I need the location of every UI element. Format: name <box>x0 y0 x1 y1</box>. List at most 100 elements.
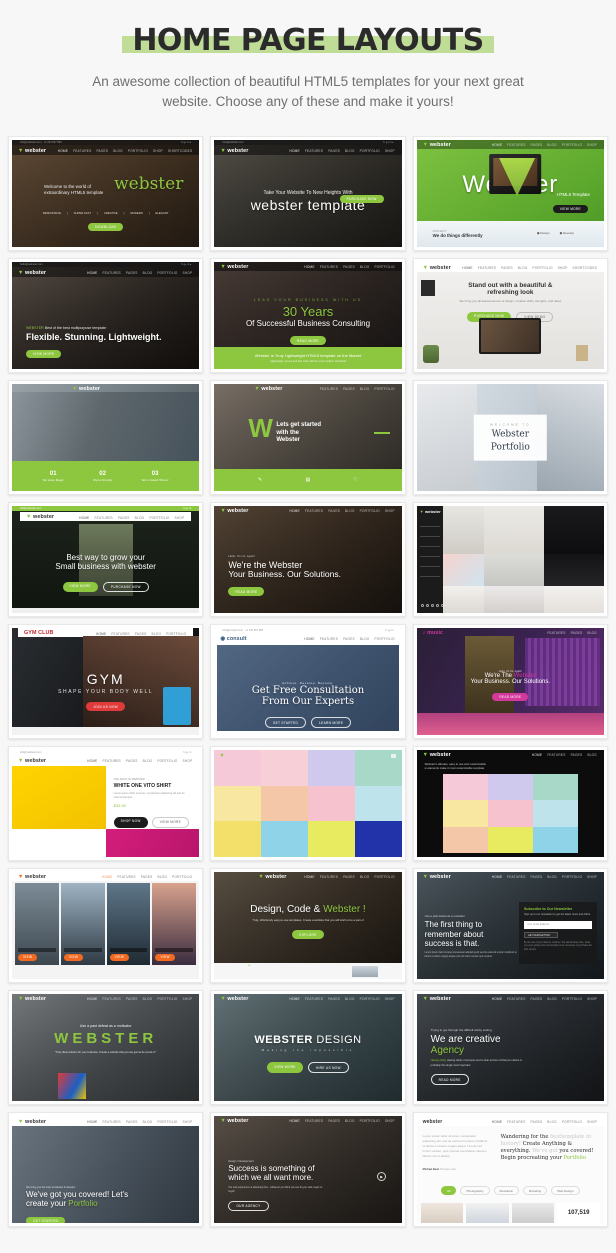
column-item[interactable]: VIEW <box>15 883 59 965</box>
hero-tabs[interactable]: RESPONSIVE | SUPER FAST | CREATIVE | MODERN | EL… <box>22 211 189 215</box>
template-thumbnail-home-11[interactable]: ▼ webster HOME FEATURES PAGES BLOG PORTFOLIO… <box>210 502 406 617</box>
nav-links[interactable]: HOME FEATURES PAGES BLOG PORTFOLIO <box>304 265 394 269</box>
template-thumbnail-home-02[interactable]: info@webster.com f t g+ in ▸ ▼ webster HO… <box>210 136 406 251</box>
template-thumbnail-home-03[interactable]: ▼ webster HOME FEATURES PAGES BLOG PORTFOLIO… <box>412 136 608 251</box>
newsletter-submit-button[interactable]: GET NEWSLETTER <box>523 931 558 938</box>
logo[interactable]: ▼ webster <box>26 514 54 520</box>
logo[interactable]: ◉ consult <box>220 636 246 642</box>
nav-bar[interactable]: ▼ webster HOME FEATURES PAGES BLOG PORTFOLIO… <box>214 506 401 515</box>
hero-button[interactable]: VIEW WORK <box>267 1062 303 1073</box>
nav-bar[interactable]: ▼ webster HOME FEATURES PAGES BLOG PORTFOLIO… <box>12 755 200 765</box>
portfolio-item[interactable] <box>484 586 545 613</box>
hero-button[interactable]: OUR AGENCY <box>228 1200 269 1212</box>
template-thumbnail-home-09[interactable]: WELCOME TO Webster Portfolio <box>412 380 608 495</box>
hero-button-2[interactable]: LEARN MORE <box>311 717 352 728</box>
template-thumbnail-home-16[interactable]: info@webster.com f t g+ in ▼ webster HOME… <box>8 746 204 861</box>
nav-links[interactable]: HOME FEATURES PAGES BLOG PORTFOLIO SHOP <box>289 1119 394 1123</box>
nav-bar[interactable]: ▼ webster HOME FEATURES PAGES BLOG PORTFOLIO <box>214 262 402 271</box>
hero-button-2[interactable]: HIRE US NOW <box>307 1062 349 1073</box>
nav-bar[interactable]: ▼ webster HOME FEATURES PAGES BLOG PORTFOLIO <box>214 872 401 881</box>
grid-cell[interactable] <box>354 821 402 857</box>
column-item[interactable]: VIEW <box>106 883 151 965</box>
template-thumbnail-home-04[interactable]: hello@webster.com f t g+ in ▸ ▼ webster H… <box>8 258 204 373</box>
logo[interactable]: ▼ webster <box>220 996 248 1002</box>
portfolio-item[interactable] <box>466 1203 509 1223</box>
logo[interactable]: ▼ webster <box>220 264 248 270</box>
nav-bar[interactable]: ▼ webster HOME FEATURES PAGES BLOG PORTFOLIO… <box>20 512 192 521</box>
nav-bar[interactable]: ▼ webster HOME FEATURES PAGES BLOG PORTFOLIO… <box>417 994 604 1003</box>
play-icon[interactable] <box>376 1172 386 1181</box>
portfolio-item[interactable] <box>544 506 604 555</box>
grid-cell[interactable] <box>442 826 488 853</box>
hero-button[interactable]: DOWNLOAD <box>88 222 124 231</box>
portfolio-item[interactable] <box>544 554 604 587</box>
nav-bar[interactable]: ▼ webster HOME FEATURES PAGES BLOG PORTFOLIO… <box>214 994 401 1003</box>
logo[interactable]: ▼ webster <box>254 386 282 392</box>
nav-bar[interactable]: ▼ webster HOME FEATURES PAGES BLOG <box>417 750 604 758</box>
arrow-next-icon[interactable] <box>373 432 390 434</box>
nav-links[interactable]: HOME FEATURES PAGES BLOG PORTFOLIO SHOP <box>289 997 394 1001</box>
logo[interactable]: ▼ <box>219 753 224 759</box>
portfolio-item[interactable] <box>544 586 604 613</box>
logo[interactable]: ♪ music <box>423 630 444 636</box>
nav-links[interactable]: HOME FEATURES PAGES BLOG PORTFOLIO SHOP <box>289 509 394 513</box>
newsletter-email-input[interactable]: Your email address <box>523 920 592 929</box>
logo[interactable]: ▼ webster <box>18 270 46 276</box>
template-thumbnail-home-27[interactable]: webster HOME FEATURES PAGES BLOG PORTFOLIO SH… <box>412 1112 608 1227</box>
template-thumbnail-home-26[interactable]: ▼ webster HOME FEATURES PAGES BLOG PORTFOLIO… <box>210 1112 406 1227</box>
grid-cell[interactable] <box>214 785 262 822</box>
grid-cell[interactable] <box>487 800 533 827</box>
template-thumbnail-home-17[interactable]: ▼ <box>210 746 406 861</box>
logo[interactable]: ▼ webster <box>423 874 451 880</box>
logo[interactable]: ▼ webster <box>72 386 100 392</box>
portfolio-item[interactable] <box>442 554 485 587</box>
grid-cell[interactable] <box>307 750 355 786</box>
grid-cell[interactable] <box>307 821 355 857</box>
nav-links[interactable]: HOME FEATURES PAGES BLOG <box>532 753 597 757</box>
hero-button[interactable]: READ MORE <box>492 692 529 702</box>
logo[interactable]: ▼ webster <box>220 1118 248 1124</box>
grid-cell[interactable] <box>261 750 308 786</box>
template-thumbnail-home-06[interactable]: ▼ webster HOME FEATURES PAGES BLOG PORTFOLIO… <box>412 258 608 373</box>
nav-bar[interactable]: ▼ webster HOME FEATURES PAGES BLOG PORTFOLIO… <box>12 994 199 1003</box>
logo[interactable]: ▼ webster <box>258 874 286 880</box>
template-thumbnail-home-07[interactable]: ▼ webster 01 We Have Magic 02 We're Frie… <box>8 380 204 495</box>
template-thumbnail-home-19[interactable]: ▼ webster HOME FEATURES PAGES BLOG PORTFOLIO… <box>8 868 204 983</box>
sidebar[interactable]: ▼ webster <box>416 506 444 613</box>
column-item[interactable]: VIEW <box>60 883 105 965</box>
grid-cell[interactable] <box>487 826 533 853</box>
template-thumbnail-home-14[interactable]: info@consult.com +1 234 567 890 f t g+ in… <box>210 624 406 739</box>
portfolio-item[interactable] <box>442 586 485 613</box>
logo[interactable]: ▼ webster <box>423 996 451 1002</box>
grid-cell[interactable] <box>532 800 578 827</box>
template-thumbnail-home-25[interactable]: ▼ webster HOME FEATURES PAGES BLOG PORTFOLIO… <box>8 1112 204 1227</box>
nav-links[interactable]: HOME FEATURES PAGES BLOG PORTFOLIO SHOP <box>87 759 192 763</box>
template-thumbnail-home-20[interactable]: ▼ webster HOME FEATURES PAGES BLOG PORTFOLIO… <box>210 868 406 983</box>
portfolio-item[interactable] <box>511 1203 555 1223</box>
template-thumbnail-home-23[interactable]: ▼ webster HOME FEATURES PAGES BLOG PORTFOLIO… <box>210 990 406 1105</box>
logo[interactable]: ▼ webster <box>423 752 451 758</box>
nav-links[interactable]: HOME FEATURES PAGES BLOG PORTFOLIO SHOP <box>492 1120 597 1124</box>
hero-button[interactable]: GET STARTED <box>264 717 307 728</box>
nav-bar[interactable]: ▼ webster HOME FEATURES PAGES BLOG PORTFOLIO… <box>12 267 200 277</box>
nav-links[interactable]: FEATURES PAGES BLOG PORTFOLIO <box>320 387 395 391</box>
newsletter-panel[interactable]: Subscribe to Our Newsletter Sign up to o… <box>518 902 597 964</box>
nav-links[interactable]: HOME FEATURES PAGES BLOG PORTFOLIO <box>304 637 394 641</box>
hero-button[interactable]: VIEW MORE <box>26 349 62 359</box>
nav-bar[interactable]: ▼ webster <box>12 384 199 392</box>
nav-links[interactable]: HOME FEATURES PAGES BLOG PORTFOLIO SHOP <box>87 997 192 1001</box>
nav-links[interactable]: HOME FEATURES PAGES BLOG PORTFOLIO <box>96 632 186 636</box>
logo[interactable]: webster <box>423 1119 443 1125</box>
nav-links[interactable]: HOME FEATURES PAGES BLOG PORTFOLIO <box>102 875 192 879</box>
hero-button[interactable]: PURCHASE NOW <box>339 195 384 204</box>
logo[interactable]: ▼ webster <box>18 148 46 154</box>
nav-links[interactable]: HOME FEATURES PAGES BLOG PORTFOLIO SHOP <box>87 1120 192 1124</box>
grid-cell[interactable] <box>532 774 578 801</box>
menu-icon[interactable] <box>390 754 396 758</box>
template-thumbnail-home-10[interactable]: info@webster.com f t g+ in ▼ webster HOM… <box>8 502 204 617</box>
nav-bar[interactable]: ▼ webster HOME FEATURES PAGES BLOG PORTFOLIO… <box>12 145 200 155</box>
hero-button[interactable]: GET STARTED <box>26 1216 66 1223</box>
grid-cell[interactable] <box>261 821 308 857</box>
template-thumbnail-home-12[interactable]: ▼ webster <box>412 502 608 617</box>
portfolio-filters[interactable]: All Photography Illustration Branding We… <box>417 1186 604 1196</box>
